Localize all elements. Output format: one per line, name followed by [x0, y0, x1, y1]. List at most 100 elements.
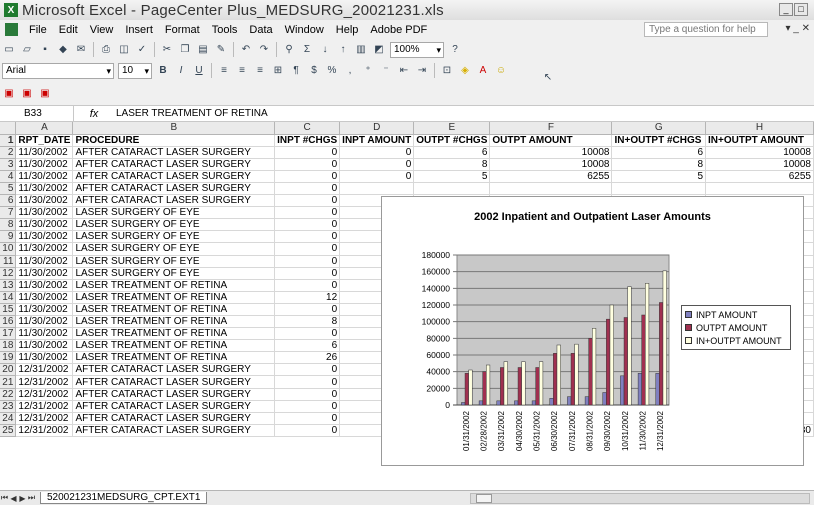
cell-a15[interactable]: 11/30/2002 [15, 303, 74, 317]
cut-icon[interactable]: ✂ [159, 42, 175, 58]
cell-f1[interactable]: OUTPT AMOUNT [489, 134, 613, 147]
cell-h4[interactable]: 6255 [705, 170, 814, 183]
cell-a3[interactable]: 11/30/2002 [15, 158, 74, 171]
cell-a23[interactable]: 12/31/2002 [15, 400, 74, 413]
open-icon[interactable]: ▱ [19, 42, 35, 58]
row-header[interactable]: 20 [0, 363, 17, 377]
workbook-icon[interactable] [5, 23, 18, 36]
help-icon[interactable]: ? [447, 42, 463, 58]
cell-e4[interactable]: 5 [413, 170, 491, 183]
cell-c17[interactable]: 0 [274, 327, 341, 341]
pdf-email-icon[interactable]: ▣ [19, 85, 35, 101]
permission-icon[interactable]: ◆ [55, 42, 71, 58]
cell-c10[interactable]: 0 [274, 242, 341, 256]
cell-b1[interactable]: PROCEDURE [72, 134, 276, 147]
row-header[interactable]: 10 [0, 242, 17, 256]
undo-icon[interactable]: ↶ [238, 42, 254, 58]
cell-c1[interactable]: INPT #CHGS [274, 134, 341, 147]
print-icon[interactable]: ⎙ [98, 42, 114, 58]
cell-e5[interactable] [413, 182, 491, 196]
column-header-a[interactable]: A [15, 122, 74, 135]
next-sheet-icon[interactable]: ▶ [18, 494, 27, 503]
cell-g4[interactable]: 5 [611, 170, 707, 183]
cell-a16[interactable]: 11/30/2002 [15, 315, 74, 329]
cell-a1[interactable]: RPT_DATE [15, 134, 74, 147]
decrease-decimal-icon[interactable]: ⁻ [378, 63, 394, 79]
row-header[interactable]: 13 [0, 279, 17, 292]
row-header[interactable]: 7 [0, 206, 17, 220]
menu-insert[interactable]: Insert [119, 24, 159, 36]
comma-icon[interactable]: , [342, 63, 358, 79]
cell-c24[interactable]: 0 [274, 412, 341, 425]
cell-c16[interactable]: 8 [274, 315, 341, 329]
cell-a22[interactable]: 12/31/2002 [15, 388, 74, 401]
cell-c7[interactable]: 0 [274, 206, 341, 220]
cell-h3[interactable]: 10008 [705, 158, 814, 171]
row-header[interactable]: 3 [0, 158, 17, 171]
cell-b25[interactable]: AFTER CATARACT LASER SURGERY [72, 424, 276, 437]
row-header[interactable]: 19 [0, 351, 17, 365]
cell-a24[interactable]: 12/31/2002 [15, 412, 74, 425]
cell-h1[interactable]: IN+OUTPT AMOUNT [705, 134, 814, 147]
cell-b2[interactable]: AFTER CATARACT LASER SURGERY [72, 146, 276, 159]
cell-c21[interactable]: 0 [274, 375, 341, 389]
embedded-chart[interactable]: 2002 Inpatient and Outpatient Laser Amou… [381, 196, 804, 466]
row-header[interactable]: 17 [0, 327, 17, 341]
cell-b12[interactable]: LASER SURGERY OF EYE [72, 267, 276, 280]
smiley-icon[interactable]: ☺ [493, 63, 509, 79]
spelling-icon[interactable]: ✓ [134, 42, 150, 58]
cell-c23[interactable]: 0 [274, 400, 341, 413]
cell-b23[interactable]: AFTER CATARACT LASER SURGERY [72, 400, 276, 413]
cell-a19[interactable]: 11/30/2002 [15, 351, 74, 365]
font-color-icon[interactable]: A [475, 63, 491, 79]
row-header[interactable]: 23 [0, 400, 17, 413]
ask-question-input[interactable]: Type a question for help [644, 22, 768, 37]
cell-b19[interactable]: LASER TREATMENT OF RETINA [72, 351, 276, 365]
cell-b24[interactable]: AFTER CATARACT LASER SURGERY [72, 412, 276, 425]
cell-c19[interactable]: 26 [274, 351, 341, 365]
row-header[interactable]: 11 [0, 255, 17, 268]
first-sheet-icon[interactable]: ⏮ [0, 493, 9, 503]
fx-icon[interactable]: fx [74, 108, 114, 120]
cell-c11[interactable]: 0 [274, 255, 341, 268]
cell-b21[interactable]: AFTER CATARACT LASER SURGERY [72, 375, 276, 389]
zoom-select[interactable]: 100% [390, 41, 444, 58]
row-header[interactable]: 15 [0, 303, 17, 317]
cell-d5[interactable] [339, 182, 415, 196]
cell-a5[interactable]: 11/30/2002 [15, 182, 74, 196]
direction-icon[interactable]: ¶ [288, 63, 304, 79]
cell-f5[interactable] [489, 182, 613, 196]
prev-sheet-icon[interactable]: ◀ [9, 494, 18, 503]
cell-e2[interactable]: 6 [413, 146, 491, 159]
cell-c4[interactable]: 0 [274, 170, 341, 183]
cell-a10[interactable]: 11/30/2002 [15, 242, 74, 256]
cell-f3[interactable]: 10008 [489, 158, 613, 171]
cell-c18[interactable]: 6 [274, 339, 341, 353]
cell-a4[interactable]: 11/30/2002 [15, 170, 74, 183]
cell-a18[interactable]: 11/30/2002 [15, 339, 74, 353]
cell-c3[interactable]: 0 [274, 158, 341, 171]
font-size-select[interactable]: 10 [118, 62, 152, 79]
new-icon[interactable]: ▭ [1, 42, 17, 58]
pdf-convert-icon[interactable]: ▣ [1, 85, 17, 101]
cell-b15[interactable]: LASER TREATMENT OF RETINA [72, 303, 276, 317]
cell-b11[interactable]: LASER SURGERY OF EYE [72, 255, 276, 268]
cell-c22[interactable]: 0 [274, 388, 341, 401]
cell-g5[interactable] [611, 182, 707, 196]
cell-f4[interactable]: 6255 [489, 170, 613, 183]
column-header-g[interactable]: G [611, 122, 707, 135]
percent-icon[interactable]: % [324, 63, 340, 79]
cell-g1[interactable]: IN+OUTPT #CHGS [611, 134, 707, 147]
cell-g3[interactable]: 8 [611, 158, 707, 171]
column-header-b[interactable]: B [72, 122, 276, 135]
row-header[interactable]: 14 [0, 291, 17, 304]
column-header-e[interactable]: E [413, 122, 491, 135]
cell-e1[interactable]: OUTPT #CHGS [413, 134, 491, 147]
cell-b6[interactable]: AFTER CATARACT LASER SURGERY [72, 194, 276, 208]
menu-format[interactable]: Format [159, 24, 206, 36]
menu-data[interactable]: Data [243, 24, 278, 36]
cell-b13[interactable]: LASER TREATMENT OF RETINA [72, 279, 276, 292]
cell-c6[interactable]: 0 [274, 194, 341, 208]
underline-icon[interactable]: U [191, 63, 207, 79]
menu-help[interactable]: Help [330, 24, 365, 36]
